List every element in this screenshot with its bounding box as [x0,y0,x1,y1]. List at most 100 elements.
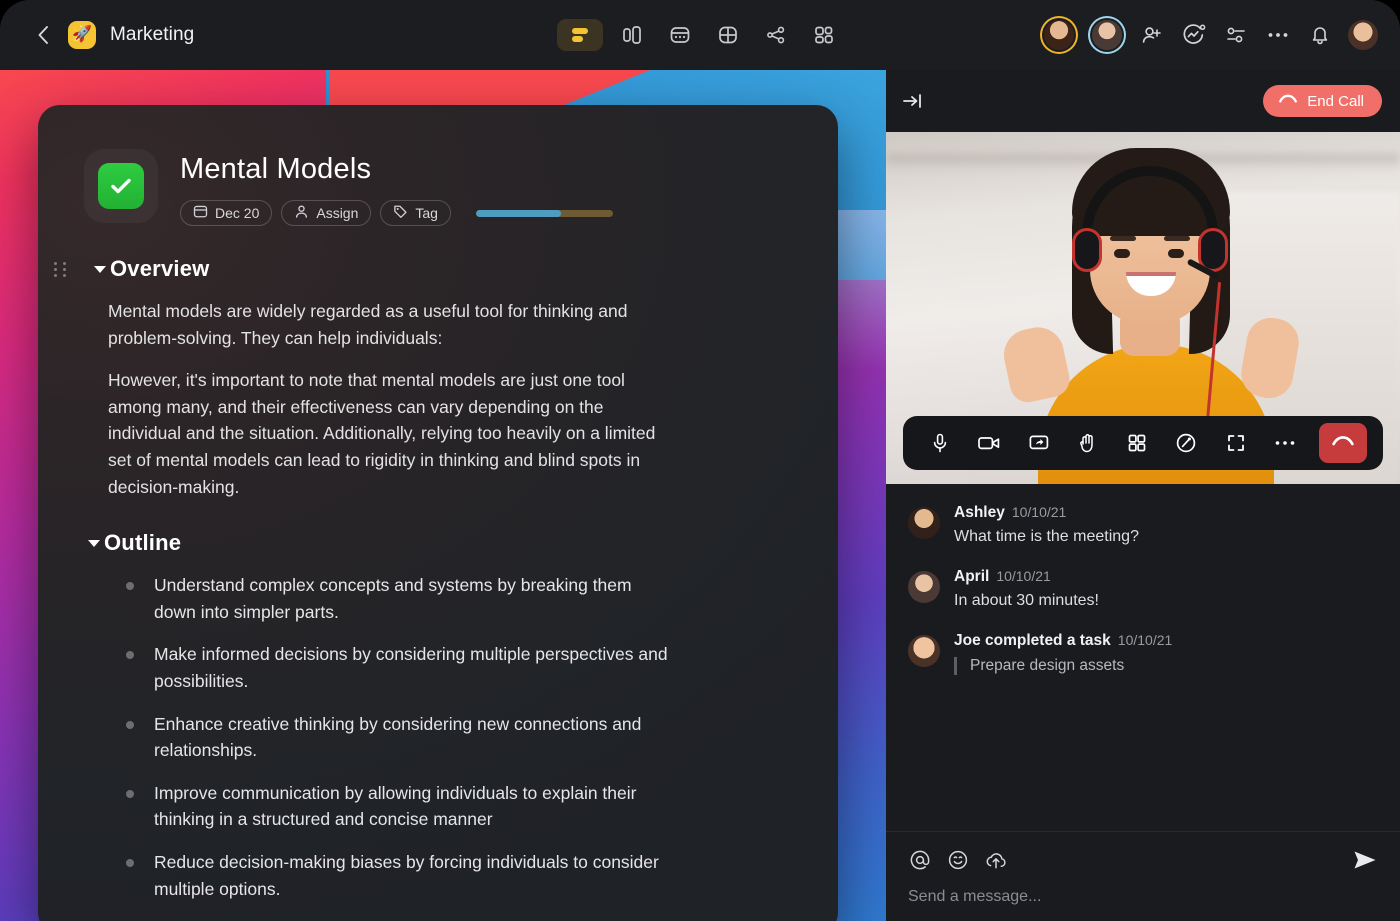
chat-message-time: 10/10/21 [1118,632,1173,648]
section-overview-title: Overview [110,256,209,282]
chat-message: Ashley10/10/21 What time is the meeting? [908,504,1380,546]
chat-message-body: Ashley10/10/21 What time is the meeting? [954,504,1139,546]
view-tab-share-graph[interactable] [757,19,795,51]
space-emoji-icon[interactable]: 🚀 [68,21,96,49]
end-call-button[interactable]: End Call [1263,85,1382,117]
calendar-icon [193,204,208,222]
chat-message-list: Ashley10/10/21What time is the meeting?A… [886,484,1400,831]
send-arrow-icon[interactable] [1352,848,1378,877]
chat-message-text: What time is the meeting? [954,528,1139,546]
call-chat-pane: End Call [886,70,1400,921]
view-tab-dashboard[interactable] [805,19,843,51]
app-window: 🚀 Marketing [0,0,1400,921]
chat-message-header: Joe completed a task10/10/21 [954,632,1172,650]
speed-gauge-icon[interactable] [1171,428,1201,458]
section-outline-header: Outline [74,530,792,556]
avatar-april[interactable] [908,571,940,603]
chip-assignee[interactable]: Assign [281,200,371,226]
collapse-caret-overview-icon[interactable] [90,266,110,273]
chat-message-header: April 10/10/21 [954,568,1099,586]
chip-tag[interactable]: Tag [380,200,451,226]
top-bar-left: 🚀 Marketing [0,21,194,49]
chat-message-text: In about 30 minutes! [954,592,1099,610]
task-status-badge[interactable] [84,149,158,223]
bell-icon[interactable] [1306,21,1334,49]
task-detail-card: Mental Models Dec 20 [38,105,838,921]
grid-layout-icon[interactable] [1122,428,1152,458]
more-dots-icon[interactable] [1264,21,1292,49]
avatar-ashley[interactable] [908,507,940,539]
outline-bullet-list: Understand complex concepts and systems … [124,572,792,921]
collapse-panel-icon[interactable] [902,88,936,114]
chat-message-quote[interactable]: Prepare design assets [954,657,1172,675]
page-title: Marketing [110,24,194,46]
phone-hangup-icon [1331,433,1355,454]
composer-tools [908,848,1380,872]
activity-chart-icon[interactable] [1180,21,1208,49]
call-controls-bar [903,416,1383,470]
task-chips: Dec 20 Assign [180,200,613,226]
task-title: Mental Models [180,153,613,186]
hangup-call-button[interactable] [1319,423,1367,463]
main-body: Mental Models Dec 20 [0,70,1400,921]
message-input[interactable]: Send a message... [908,888,1380,906]
fullscreen-icon[interactable] [1221,428,1251,458]
chat-message: Joe completed a task10/10/21 Prepare desi… [908,632,1380,675]
chat-message-author: Ashley [954,504,1005,521]
outline-bullet-item: Make informed decisions by considering m… [124,641,672,694]
chat-message-body: April 10/10/21 In about 30 minutes! [954,568,1099,610]
view-tab-calendar[interactable] [661,19,699,51]
message-composer: Send a message... [886,831,1400,921]
call-header: End Call [886,70,1400,132]
chat-message-time: 10/10/21 [996,568,1051,584]
drag-handle-icon[interactable] [54,262,80,277]
top-bar: 🚀 Marketing [0,0,1400,70]
collapse-caret-outline-icon[interactable] [84,540,104,547]
task-progress-bar[interactable] [476,210,613,217]
emoji-smiley-icon[interactable] [946,848,970,872]
screen-share-icon[interactable] [1024,428,1054,458]
chip-due-date[interactable]: Dec 20 [180,200,272,226]
chat-message-author: April [954,568,989,585]
green-checkmark-icon [98,163,144,209]
task-progress-fill [476,210,561,217]
microphone-icon[interactable] [925,428,955,458]
add-person-icon[interactable] [1138,21,1166,49]
section-outline: Outline Understand complex concepts and … [84,530,792,921]
tag-icon [393,204,408,222]
avatar-joe[interactable] [908,635,940,667]
task-header-text: Mental Models Dec 20 [180,147,613,226]
view-tab-list[interactable] [557,19,603,51]
end-call-label: End Call [1307,93,1364,110]
outline-bullet-item: Improve communication by allowing indivi… [124,780,672,833]
chip-due-date-label: Dec 20 [215,205,259,221]
task-header: Mental Models Dec 20 [84,147,792,226]
phone-hangup-icon [1278,92,1298,110]
outline-bullet-item: Reduce decision-making biases by forcing… [124,849,672,902]
outline-bullet-item: Enhance creative thinking by considering… [124,711,672,764]
person-icon [294,204,309,222]
raise-hand-icon[interactable] [1073,428,1103,458]
document-pane: Mental Models Dec 20 [0,70,886,921]
video-camera-icon[interactable] [974,428,1004,458]
chat-message-header: Ashley10/10/21 [954,504,1139,522]
cloud-upload-icon[interactable] [984,848,1008,872]
chip-assignee-label: Assign [316,205,358,221]
view-tab-board[interactable] [613,19,651,51]
at-mention-icon[interactable] [908,848,932,872]
avatar-member-two[interactable] [1090,18,1124,52]
avatar-profile[interactable] [1348,20,1378,50]
video-tile[interactable] [886,132,1400,484]
overview-paragraph-2: However, it's important to note that men… [108,367,668,500]
task-detail-inner: Mental Models Dec 20 [38,105,838,921]
filter-sliders-icon[interactable] [1222,21,1250,49]
view-switcher [557,19,843,51]
chevron-left-icon[interactable] [32,24,54,46]
view-tab-table[interactable] [709,19,747,51]
section-outline-title: Outline [104,530,181,556]
avatar-member-one[interactable] [1042,18,1076,52]
section-overview-header: Overview [38,256,792,282]
section-overview: Overview Mental models are widely regard… [84,256,792,500]
top-bar-right [1042,18,1378,52]
more-dots-icon[interactable] [1270,428,1300,458]
